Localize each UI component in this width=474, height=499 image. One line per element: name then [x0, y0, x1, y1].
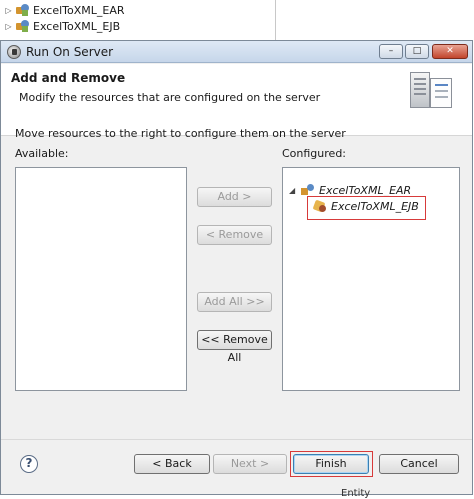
configured-label: Configured: — [282, 147, 347, 160]
expand-arrow-icon[interactable]: ▷ — [4, 6, 13, 15]
header-title: Add and Remove — [11, 71, 126, 85]
tree-item-label: ExcelToXML_EAR — [33, 3, 125, 17]
header-subtitle: Modify the resources that are configured… — [19, 91, 321, 104]
dialog-title: Run On Server — [26, 45, 114, 59]
pane-divider — [275, 0, 276, 40]
server-banner-icon — [410, 68, 454, 112]
tree-item-ejb[interactable]: ▷ ExcelToXML_EJB — [4, 18, 120, 34]
dialog-header: Add and Remove Modify the resources that… — [1, 64, 472, 136]
background-bottom-text: Entity — [341, 488, 371, 499]
expand-arrow-icon[interactable]: ▷ — [4, 22, 13, 31]
available-label: Available: — [15, 147, 69, 160]
next-button[interactable]: Next > — [213, 454, 287, 474]
project-explorer: ▷ ExcelToXML_EAR ▷ ExcelToXML_EJB — [0, 0, 474, 40]
ear-project-icon — [301, 184, 315, 196]
highlight-annotation — [307, 196, 426, 220]
minimize-button[interactable]: – — [379, 44, 403, 59]
highlight-annotation — [290, 451, 373, 477]
add-button[interactable]: Add > — [197, 187, 272, 207]
remove-button[interactable]: < Remove — [197, 225, 272, 245]
title-bar[interactable]: Run On Server – □ ✕ — [1, 41, 472, 63]
available-list[interactable] — [15, 167, 187, 391]
add-all-button[interactable]: Add All >> — [197, 292, 272, 312]
maximize-button[interactable]: □ — [405, 44, 429, 59]
tree-item-label: ExcelToXML_EJB — [33, 19, 121, 33]
tree-item-ear[interactable]: ▷ ExcelToXML_EAR — [4, 2, 125, 18]
collapse-arrow-icon[interactable]: ◢ — [289, 186, 297, 195]
remove-all-button[interactable]: << Remove All — [197, 330, 272, 364]
cancel-button[interactable]: Cancel — [379, 454, 459, 474]
close-button[interactable]: ✕ — [432, 44, 468, 59]
server-icon — [7, 45, 21, 59]
ejb-project-icon — [16, 20, 30, 32]
run-on-server-dialog: Run On Server – □ ✕ Add and Remove Modif… — [0, 40, 473, 495]
ear-project-icon — [16, 4, 30, 16]
configured-parent-label: ExcelToXML_EAR — [319, 183, 412, 197]
back-button[interactable]: < Back — [134, 454, 210, 474]
help-icon[interactable]: ? — [20, 455, 38, 473]
instruction-text: Move resources to the right to configure… — [15, 127, 346, 140]
button-bar-separator — [1, 439, 472, 440]
